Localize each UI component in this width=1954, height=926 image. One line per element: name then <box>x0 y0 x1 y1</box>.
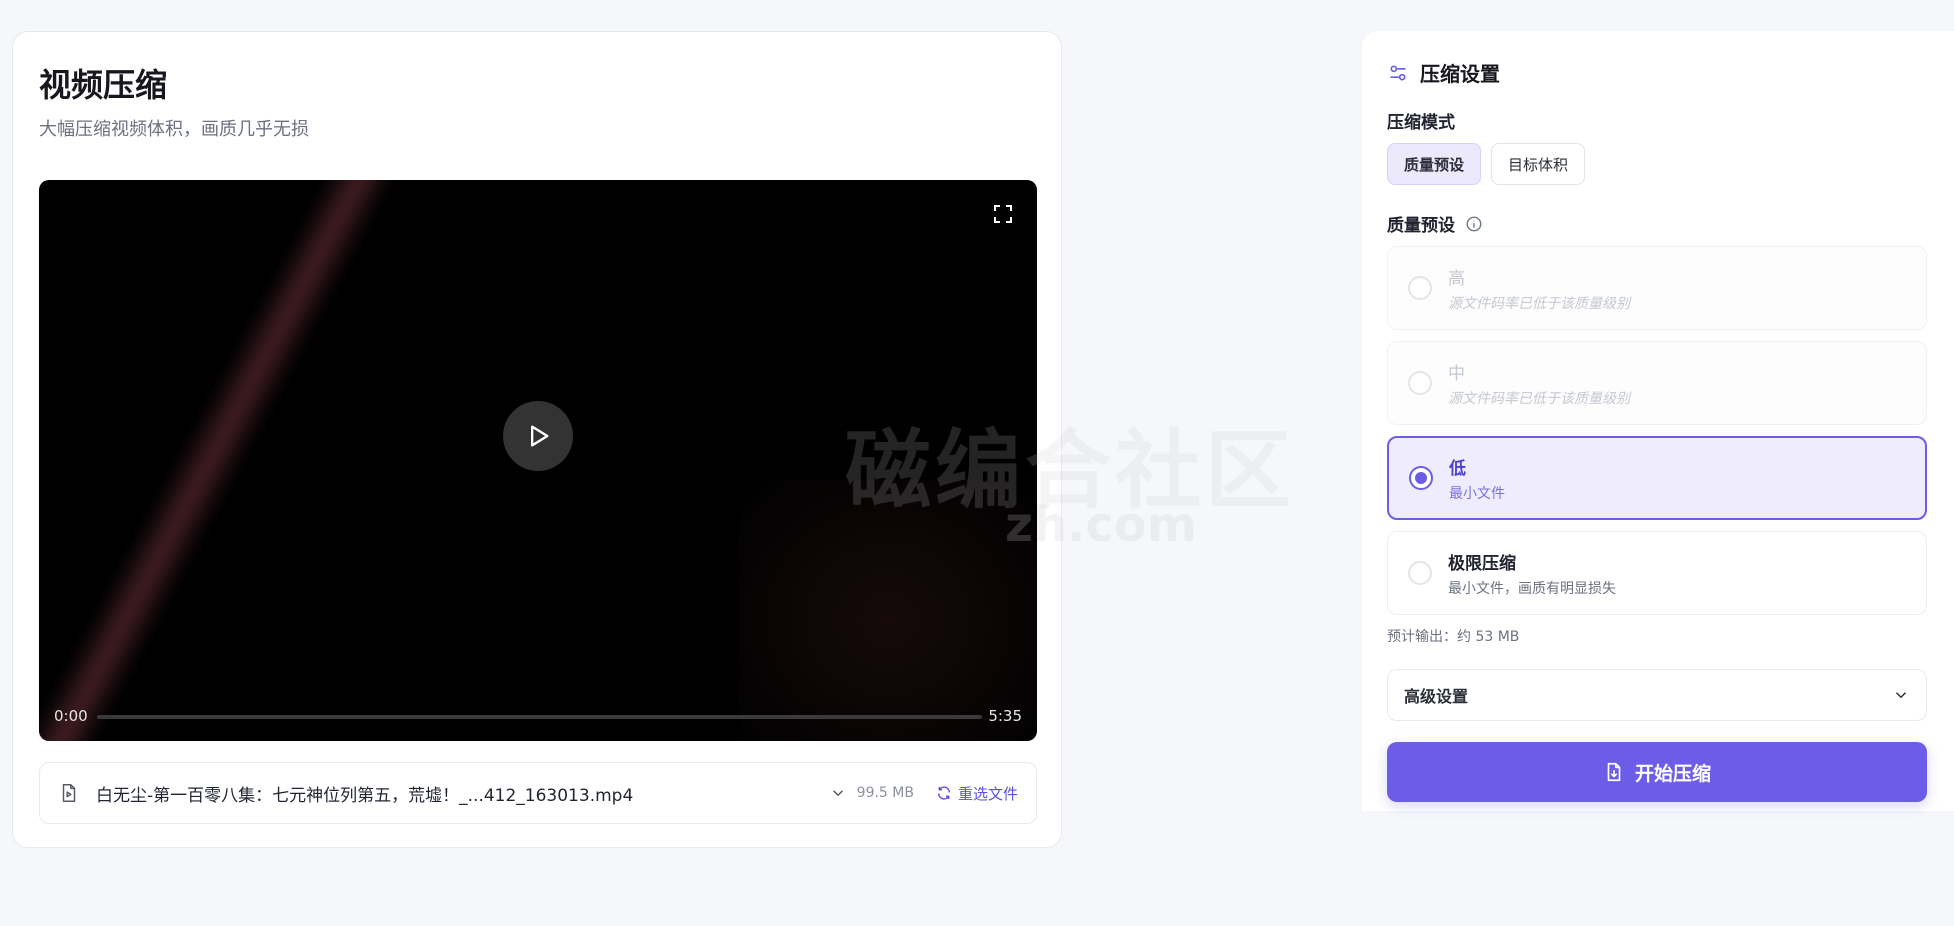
start-compress-button[interactable]: 开始压缩 <box>1387 742 1927 802</box>
video-file-icon <box>62 784 76 802</box>
preset-desc-extreme: 最小文件，画质有明显损失 <box>1448 580 1616 597</box>
preset-option-high[interactable]: 高 源文件码率已低于该质量级别 <box>1387 246 1927 330</box>
preset-option-medium[interactable]: 中 源文件码率已低于该质量级别 <box>1387 341 1927 425</box>
file-name: 白无尘-第一百零八集：七元神位列第五，荒墟！_...412_163013.mp4 <box>96 785 634 806</box>
preset-radio-extreme[interactable] <box>1408 561 1432 585</box>
time-total: 5:35 <box>988 707 1022 725</box>
reselect-file-button[interactable]: 重选文件 <box>936 783 1018 804</box>
fullscreen-icon[interactable] <box>991 202 1015 226</box>
file-info-bar: 白无尘-第一百零八集：七元神位列第五，荒墟！_...412_163013.mp4… <box>39 762 1037 824</box>
video-frame-glow <box>739 480 1037 741</box>
preset-option-low[interactable]: 低 最小文件 <box>1387 436 1927 520</box>
preset-title-extreme: 极限压缩 <box>1448 553 1516 574</box>
compression-mode-label: 压缩模式 <box>1387 113 1455 133</box>
mode-target-size-button[interactable]: 目标体积 <box>1491 143 1586 185</box>
page-title: 视频压缩 <box>39 66 168 104</box>
preset-radio-low[interactable] <box>1409 466 1433 490</box>
preset-radio-medium[interactable] <box>1408 371 1432 395</box>
advanced-settings-toggle[interactable]: 高级设置 <box>1387 669 1927 721</box>
file-download-icon <box>1607 762 1621 782</box>
info-icon[interactable] <box>1465 215 1483 233</box>
compression-mode-group: 质量预设 目标体积 <box>1387 143 1586 185</box>
settings-title: 压缩设置 <box>1420 62 1500 86</box>
quality-preset-label: 质量预设 <box>1387 216 1455 236</box>
settings-header: 压缩设置 <box>1388 58 1500 87</box>
video-player[interactable]: 0:00 5:35 <box>39 180 1037 741</box>
time-current: 0:00 <box>54 707 88 725</box>
chevron-down-icon[interactable] <box>829 784 847 802</box>
preset-desc-low: 最小文件 <box>1449 485 1505 502</box>
seek-bar[interactable] <box>97 715 982 719</box>
file-size: 99.5 MB <box>856 785 914 801</box>
preset-desc-medium: 源文件码率已低于该质量级别 <box>1448 390 1630 407</box>
settings-panel: 压缩设置 压缩模式 质量预设 目标体积 质量预设 高 源文件码率已低于该质量级别… <box>1362 31 1954 811</box>
quality-preset-heading: 质量预设 <box>1387 211 1483 236</box>
chevron-down-icon <box>1895 692 1907 699</box>
video-frame-streak <box>39 180 394 741</box>
play-button[interactable] <box>503 401 573 471</box>
start-compress-label: 开始压缩 <box>1634 763 1711 785</box>
advanced-settings-label: 高级设置 <box>1404 687 1469 706</box>
play-icon <box>531 425 549 447</box>
preset-title-low: 低 <box>1449 458 1466 479</box>
video-card: 视频压缩 大幅压缩视频体积，画质几乎无损 0:00 5:35 白无尘-第一百零八… <box>12 31 1062 848</box>
preset-radio-low-dot <box>1415 472 1427 484</box>
preset-title-high: 高 <box>1448 268 1465 289</box>
sliders-icon <box>1390 65 1406 80</box>
preset-title-medium: 中 <box>1448 363 1465 384</box>
mode-quality-preset-button[interactable]: 质量预设 <box>1387 143 1482 185</box>
refresh-icon <box>937 786 951 800</box>
preset-desc-high: 源文件码率已低于该质量级别 <box>1448 295 1630 312</box>
preset-radio-high[interactable] <box>1408 276 1432 300</box>
page-subtitle: 大幅压缩视频体积，画质几乎无损 <box>39 119 309 140</box>
preset-option-extreme[interactable]: 极限压缩 最小文件，画质有明显损失 <box>1387 531 1927 615</box>
estimated-output: 预计输出：约 53 MB <box>1387 629 1520 645</box>
reselect-file-label: 重选文件 <box>957 784 1018 803</box>
